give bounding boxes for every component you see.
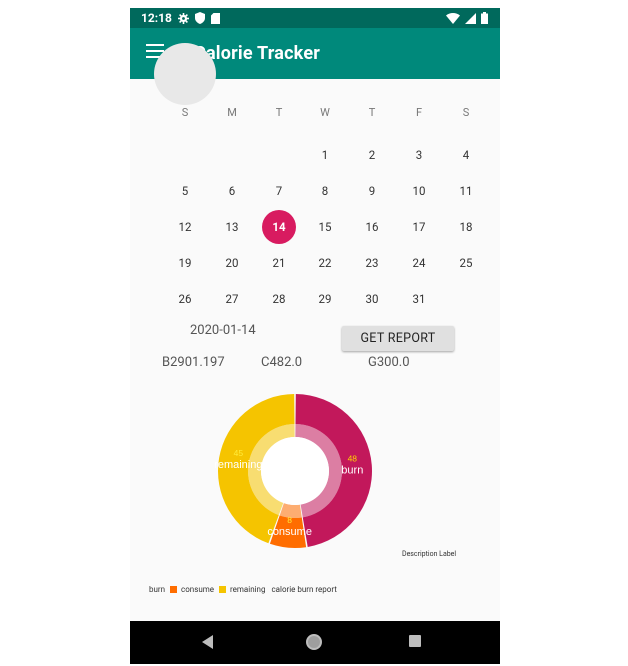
status-bar: 12:18 [130,8,500,28]
calendar-day[interactable]: 4 [449,138,483,172]
calendar-day[interactable]: 7 [262,174,296,208]
legend-label: burn [149,585,166,594]
calendar-day[interactable]: 2 [355,138,389,172]
calendar-day[interactable]: 27 [215,282,249,316]
calendar-day[interactable]: 16 [355,210,389,244]
chart-description: Description Label [402,550,457,558]
weekday-header: T [368,106,376,119]
pie-value-label: 48 [348,454,358,464]
wifi-icon [446,12,460,24]
calendar-day[interactable]: 13 [215,210,249,244]
pie-hole [261,437,329,505]
chart-legend: burn consume remaining calorie burn report [144,585,337,594]
phone-screen: 12:18 Calorie Tracker S M T W T F S 1 2 … [130,8,500,664]
legend-label: remaining [230,585,266,594]
calendar-day[interactable]: 5 [168,174,202,208]
calendar-day[interactable]: 28 [262,282,296,316]
weekday-header: W [320,106,330,119]
calendar-day[interactable]: 31 [402,282,436,316]
calendar-day[interactable]: 21 [262,246,296,280]
calendar-day[interactable]: 17 [402,210,436,244]
calendar-day[interactable]: 11 [449,174,483,208]
calendar-day[interactable]: 19 [168,246,202,280]
recents-square-icon[interactable] [409,635,421,647]
consume-stat: C482.0 [261,355,303,370]
weekday-header: T [275,106,283,119]
calendar-day[interactable]: 29 [308,282,342,316]
calendar-day[interactable]: 6 [215,174,249,208]
shield-icon [195,12,205,24]
weekday-header: F [415,106,423,119]
pie-value-label: 8 [287,515,292,525]
calendar-day[interactable]: 26 [168,282,202,316]
burn-stat: B2901.197 [162,355,225,370]
weekday-header: M [227,106,237,119]
calendar-day[interactable]: 23 [355,246,389,280]
legend-swatch [219,586,226,593]
sim-card-icon [211,12,220,24]
calendar-day[interactable]: 10 [402,174,436,208]
calendar-day[interactable]: 20 [215,246,249,280]
calendar-day[interactable]: 30 [355,282,389,316]
pie-value-label: 45 [234,448,244,458]
calendar: S M T W T F S 1 2 3 4 5 6 7 8 9 10 11 12 13 14 15 16 17 18 19 20 21… [130,43,500,319]
pie-slice-label: consume [267,526,312,538]
status-time: 12:18 [141,11,172,25]
calendar-day-selected[interactable]: 14 [262,210,296,244]
battery-icon [481,12,488,24]
calendar-day[interactable]: 22 [308,246,342,280]
legend-label: consume [181,585,214,594]
ripple-highlight [154,43,216,105]
get-report-button[interactable]: GET REPORT [342,326,454,351]
navigation-bar [130,621,500,664]
calendar-day[interactable]: 1 [308,138,342,172]
calendar-day[interactable]: 3 [402,138,436,172]
calendar-day[interactable]: 25 [449,246,483,280]
calorie-pie-chart[interactable]: 48burn 8consume 45remaining [130,388,500,568]
calendar-day[interactable]: 24 [402,246,436,280]
cell-signal-icon [465,12,476,24]
weekday-header: S [181,106,189,119]
legend-title: calorie burn report [271,585,337,594]
legend-swatch [170,586,178,593]
pie-slice-label: burn [341,465,363,477]
pie-slice-label: remaining [214,459,262,471]
calendar-day[interactable]: 8 [308,174,342,208]
calendar-day[interactable]: 9 [355,174,389,208]
selected-date: 2020-01-14 [190,323,256,338]
weekday-header: S [462,106,470,119]
calendar-day[interactable]: 12 [168,210,202,244]
gear-icon [178,12,189,24]
calendar-day[interactable]: 15 [308,210,342,244]
calendar-day[interactable]: 18 [449,210,483,244]
goal-stat: G300.0 [368,355,410,370]
back-triangle-icon[interactable] [202,635,213,649]
home-circle-icon[interactable] [306,634,322,650]
